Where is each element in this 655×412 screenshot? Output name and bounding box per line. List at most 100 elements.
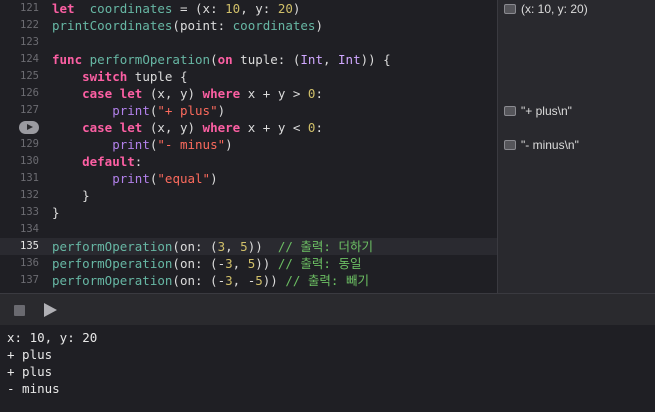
- code-token: :: [315, 120, 323, 135]
- code-token: "equal": [157, 171, 211, 186]
- code-token: (on: (-: [172, 273, 226, 288]
- debug-toolbar: [0, 293, 655, 326]
- code-token: print: [112, 137, 150, 152]
- code-line[interactable]: 122 printCoordinates(point: coordinates): [0, 17, 497, 34]
- code-line[interactable]: 123: [0, 34, 497, 51]
- console-line: x: 10, y: 20: [7, 330, 98, 345]
- console-line: - minus: [7, 381, 60, 396]
- code-token: )): [247, 239, 278, 254]
- code-text: print("- minus"): [52, 136, 232, 153]
- code-token: 5: [240, 239, 248, 254]
- results-sidebar: (x: 10, y: 20) "+ plus\n" "- minus\n": [497, 0, 655, 293]
- code-token: = (x:: [172, 1, 226, 16]
- code-token: performOperation: [52, 256, 173, 271]
- code-token: ,: [322, 52, 339, 67]
- code-line[interactable]: 127 print("+ plus"): [0, 102, 497, 119]
- code-line[interactable]: 132 }: [0, 187, 497, 204]
- code-token: tuple {: [127, 69, 188, 84]
- code-token: ): [210, 171, 218, 186]
- line-number: 132: [20, 189, 39, 201]
- code-line[interactable]: 125 switch tuple {: [0, 68, 497, 85]
- quick-look-icon[interactable]: [504, 105, 516, 116]
- stop-button[interactable]: [14, 305, 25, 316]
- code-token: let: [52, 1, 75, 16]
- line-number: 126: [20, 87, 39, 99]
- code-text: printCoordinates(point: coordinates): [52, 17, 323, 34]
- code-line[interactable]: 130 default:: [0, 153, 497, 170]
- code-line[interactable]: 126 case let (x, y) where x + y > 0:: [0, 85, 497, 102]
- code-line[interactable]: 135 performOperation(on: (3, 5)) // 출력: 더…: [0, 238, 497, 255]
- code-token: )): [255, 256, 278, 271]
- code-token: :: [315, 86, 323, 101]
- code-line[interactable]: 131 print("equal"): [0, 170, 497, 187]
- code-token: 3: [225, 273, 233, 288]
- code-line[interactable]: 134: [0, 221, 497, 238]
- run-to-line-button[interactable]: [19, 121, 39, 134]
- line-number: 129: [20, 138, 39, 150]
- code-token: performOperation: [89, 52, 211, 67]
- code-token: :: [134, 154, 143, 169]
- code-token: let: [119, 86, 143, 101]
- code-token: // 출력: 더하기: [277, 239, 373, 254]
- line-number: 137: [20, 274, 39, 286]
- code-token: "+ plus": [157, 103, 218, 118]
- code-text: let coordinates = (x: 10, y: 20): [52, 0, 300, 17]
- code-token: , -: [232, 273, 256, 288]
- code-token: 3: [225, 256, 233, 271]
- quick-look-icon[interactable]: [504, 3, 516, 14]
- code-text: print("equal"): [52, 170, 218, 187]
- code-line[interactable]: 124 func performOperation(on tuple: (Int,…: [0, 51, 497, 68]
- code-token: tuple: (: [232, 52, 301, 67]
- code-token: x + y <: [240, 120, 308, 135]
- code-token: switch: [82, 69, 128, 84]
- code-token: ): [292, 1, 301, 16]
- result-text: "+ plus\n": [521, 104, 572, 118]
- run-button[interactable]: [44, 303, 57, 317]
- code-token: 3: [217, 239, 226, 254]
- result-value: "- minus\n": [504, 138, 579, 152]
- code-line[interactable]: 133}: [0, 204, 497, 221]
- code-token: (on: (: [172, 239, 218, 254]
- result-value: (x: 10, y: 20): [504, 2, 588, 16]
- code-line[interactable]: 121 let coordinates = (x: 10, y: 20): [0, 0, 497, 17]
- code-text: performOperation(on: (-3, -5)) // 출력: 빼기: [52, 272, 369, 289]
- code-token: "- minus": [157, 137, 226, 152]
- code-text: performOperation(on: (-3, 5)) // 출력: 동일: [52, 255, 361, 272]
- code-line[interactable]: case let (x, y) where x + y < 0:: [0, 119, 497, 136]
- line-number: 131: [20, 172, 39, 184]
- code-text: switch tuple {: [52, 68, 187, 85]
- result-text: (x: 10, y: 20): [521, 2, 588, 16]
- code-token: )) {: [360, 52, 391, 67]
- code-token: on: [217, 52, 233, 67]
- code-token: performOperation: [52, 273, 173, 288]
- code-text: }: [52, 187, 90, 204]
- code-text: case let (x, y) where x + y < 0:: [52, 119, 323, 136]
- line-number: 125: [20, 70, 39, 82]
- code-token: func: [52, 52, 83, 67]
- play-icon: [27, 124, 33, 130]
- code-token: x + y >: [240, 86, 308, 101]
- line-number: 134: [20, 223, 39, 235]
- code-token: (x, y): [142, 120, 203, 135]
- code-token: Int: [338, 52, 361, 67]
- code-token: ,: [225, 239, 241, 254]
- code-line[interactable]: 137 performOperation(on: (-3, -5)) // 출력:…: [0, 272, 497, 289]
- quick-look-icon[interactable]: [504, 139, 516, 150]
- line-number: 133: [20, 206, 39, 218]
- code-token: case: [82, 120, 113, 135]
- code-text: func performOperation(on tuple: (Int, In…: [52, 51, 391, 68]
- code-text: default:: [52, 153, 142, 170]
- code-editor[interactable]: 121 let coordinates = (x: 10, y: 20) 122 pr…: [0, 0, 497, 293]
- result-text: "- minus\n": [521, 138, 579, 152]
- code-token: 10: [225, 1, 241, 16]
- code-token: case: [82, 86, 113, 101]
- code-token: (x, y): [142, 86, 203, 101]
- code-token: coordinates: [89, 1, 173, 16]
- code-token: (on: (-: [172, 256, 226, 271]
- code-token: // 출력: 동일: [277, 256, 362, 271]
- code-line[interactable]: 136 performOperation(on: (-3, 5)) // 출력: …: [0, 255, 497, 272]
- code-line[interactable]: 129 print("- minus"): [0, 136, 497, 153]
